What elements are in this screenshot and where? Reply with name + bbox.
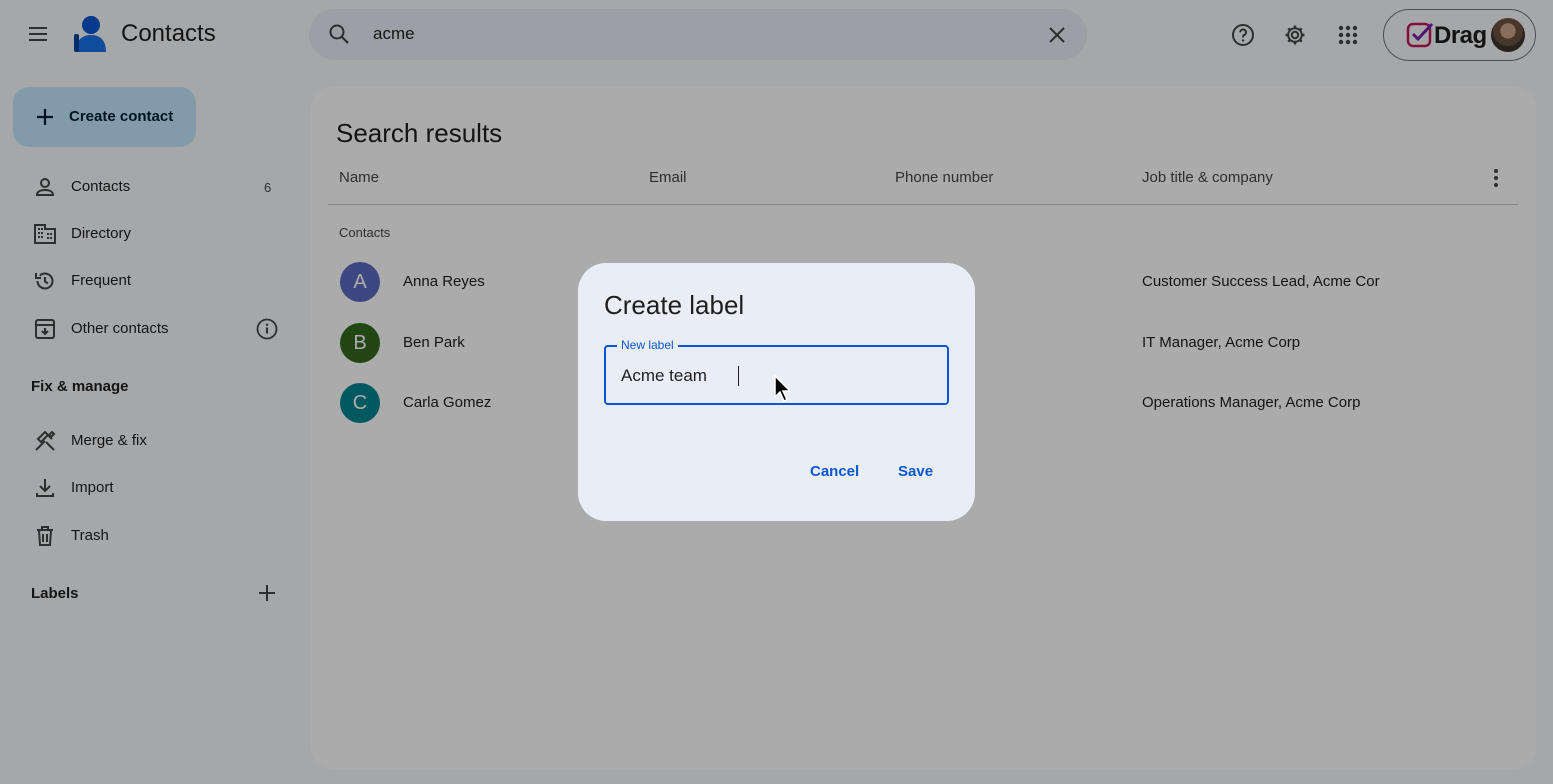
cancel-button[interactable]: Cancel: [810, 463, 859, 480]
save-button[interactable]: Save: [898, 463, 933, 480]
text-caret: [738, 366, 739, 386]
new-label-input[interactable]: [621, 364, 921, 388]
mouse-pointer-icon: [774, 374, 794, 408]
dialog-title: Create label: [604, 290, 745, 320]
field-label: New label: [617, 338, 678, 352]
